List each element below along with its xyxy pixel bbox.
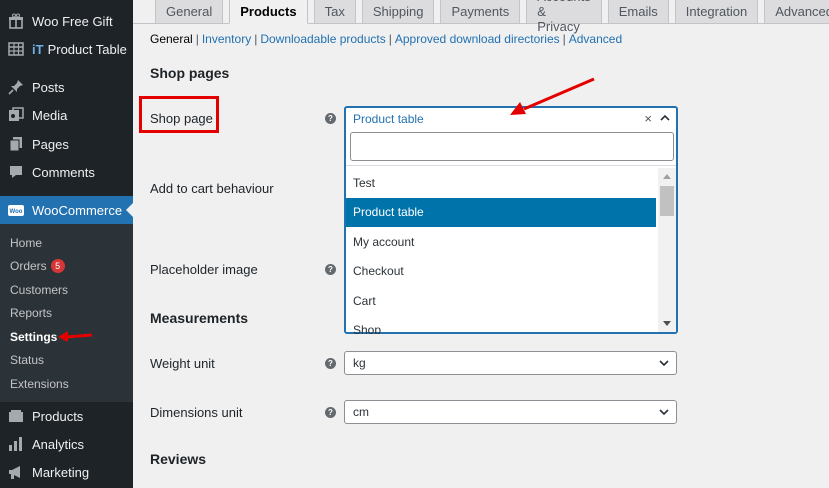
shop-page-selected-value: Product table: [353, 112, 424, 126]
submenu-item-orders[interactable]: Orders 5: [10, 259, 65, 273]
tab-accounts-privacy[interactable]: Accounts & Privacy: [526, 0, 602, 34]
woocommerce-submenu: Home Orders 5 Customers Reports Settings …: [0, 224, 133, 402]
option-product-table[interactable]: Product table: [346, 197, 656, 227]
tab-shipping[interactable]: Shipping: [361, 0, 435, 23]
tab-products[interactable]: Products: [229, 0, 308, 24]
subnav-downloadable-products[interactable]: Downloadable products: [260, 32, 385, 46]
sidebar-item-label: Products: [32, 408, 84, 424]
annotation-arrow-dropdown: [510, 77, 595, 115]
section-subnav: General | Inventory | Downloadable products |…: [150, 32, 623, 46]
shop-page-search-input[interactable]: [350, 132, 674, 161]
tab-advanced[interactable]: Advanced: [764, 0, 829, 23]
dimensions-unit-select[interactable]: cm: [344, 400, 677, 424]
scroll-down-arrow-icon[interactable]: [662, 320, 672, 328]
shop-page-label: Shop page: [150, 111, 213, 126]
subnav-inventory[interactable]: Inventory: [202, 32, 251, 46]
sidebar-item-media[interactable]: Media: [0, 101, 133, 129]
sidebar-item-product-table[interactable]: iT Product Table: [0, 35, 133, 63]
subnav-advanced[interactable]: Advanced: [569, 32, 622, 46]
sidebar-item-label: Analytics: [32, 436, 85, 452]
submenu-item-status[interactable]: Status: [10, 353, 44, 367]
sidebar-item-label: Posts: [32, 79, 65, 95]
dimensions-unit-label: Dimensions unit: [150, 405, 243, 420]
megaphone-icon: [8, 464, 24, 480]
submenu-item-extensions[interactable]: Extensions: [10, 377, 69, 391]
help-icon[interactable]: ?: [325, 407, 336, 418]
options-scrollbar[interactable]: [658, 168, 676, 332]
sidebar-item-label: Media: [32, 107, 68, 123]
sidebar-item-comments[interactable]: Comments: [0, 158, 133, 186]
tab-tax[interactable]: Tax: [313, 0, 356, 23]
sidebar-item-woocommerce[interactable]: Woo WooCommerce: [0, 196, 133, 225]
clear-selection-icon[interactable]: ×: [644, 111, 652, 126]
sidebar-item-label: Woo Free Gift: [32, 13, 113, 29]
weight-unit-select[interactable]: kg: [344, 351, 677, 375]
products-icon: [8, 408, 24, 424]
weight-unit-label: Weight unit: [150, 356, 215, 371]
table-icon: [8, 41, 24, 57]
section-heading-shop-pages: Shop pages: [150, 65, 230, 81]
sidebar-item-posts[interactable]: Posts: [0, 73, 133, 101]
sidebar-item-label: Marketing: [32, 464, 90, 480]
analytics-icon: [8, 436, 24, 452]
sidebar-item-label: WooCommerce: [32, 203, 123, 218]
active-menu-pointer: [126, 203, 133, 217]
help-icon[interactable]: ?: [325, 113, 336, 124]
woo-icon: Woo: [8, 203, 24, 219]
subnav-approved-download-directories[interactable]: Approved download directories: [395, 32, 560, 46]
pages-icon: [8, 136, 24, 152]
submenu-item-customers[interactable]: Customers: [10, 283, 68, 297]
add-to-cart-behaviour-label: Add to cart behaviour: [150, 181, 274, 196]
media-icon: [8, 107, 24, 123]
shop-page-options-list: Test Product table My account Checkout C…: [346, 168, 656, 334]
sidebar-item-products[interactable]: Products: [0, 402, 133, 430]
sidebar-item-pages[interactable]: Pages: [0, 130, 133, 158]
option-my-account[interactable]: My account: [346, 227, 656, 257]
scroll-up-arrow-icon[interactable]: [662, 172, 672, 180]
gift-icon: [8, 13, 24, 29]
chevron-down-icon: [659, 360, 669, 367]
submenu-item-reports[interactable]: Reports: [10, 306, 52, 320]
help-icon[interactable]: ?: [325, 264, 336, 275]
option-test[interactable]: Test: [346, 168, 656, 198]
woo-icon-text: Woo: [10, 209, 23, 215]
sidebar-item-label: Comments: [32, 164, 95, 180]
annotation-arrow-settings: [58, 331, 93, 342]
tab-emails[interactable]: Emails: [607, 0, 669, 23]
sidebar-item-woo-free-gift[interactable]: Woo Free Gift: [0, 7, 133, 35]
submenu-item-settings[interactable]: Settings: [10, 330, 57, 344]
section-heading-measurements: Measurements: [150, 310, 249, 326]
scrollbar-thumb[interactable]: [660, 186, 674, 216]
weight-unit-value: kg: [353, 356, 366, 370]
section-heading-reviews: Reviews: [150, 451, 207, 467]
chevron-down-icon: [659, 409, 669, 416]
shop-page-select-open[interactable]: Product table × Test Product table My ac…: [344, 106, 678, 334]
tab-payments[interactable]: Payments: [440, 0, 521, 23]
dropdown-divider: [346, 165, 676, 166]
admin-sidebar: Woo Free Gift iT Product Table Posts Med…: [0, 0, 133, 488]
help-icon[interactable]: ?: [325, 358, 336, 369]
sidebar-item-label: Product Table: [47, 41, 127, 57]
comment-icon: [8, 164, 24, 180]
sidebar-item-label: Pages: [32, 136, 69, 152]
tab-general[interactable]: General: [155, 0, 224, 23]
sidebar-item-analytics[interactable]: Analytics: [0, 430, 133, 458]
settings-tabs: General Products Tax Shipping Payments A…: [155, 0, 829, 34]
pin-icon: [8, 79, 24, 95]
subnav-general[interactable]: General: [150, 32, 193, 46]
tab-integration[interactable]: Integration: [674, 0, 759, 23]
product-table-logo-text: iT: [32, 41, 44, 57]
option-shop[interactable]: Shop: [346, 316, 656, 334]
placeholder-image-label: Placeholder image: [150, 262, 258, 277]
option-checkout[interactable]: Checkout: [346, 257, 656, 287]
submenu-item-home[interactable]: Home: [10, 236, 42, 250]
chevron-up-icon[interactable]: [660, 114, 670, 122]
dimensions-unit-value: cm: [353, 405, 369, 419]
option-cart[interactable]: Cart: [346, 286, 656, 316]
sidebar-item-marketing[interactable]: Marketing: [0, 458, 133, 486]
orders-count-badge: 5: [50, 259, 65, 273]
